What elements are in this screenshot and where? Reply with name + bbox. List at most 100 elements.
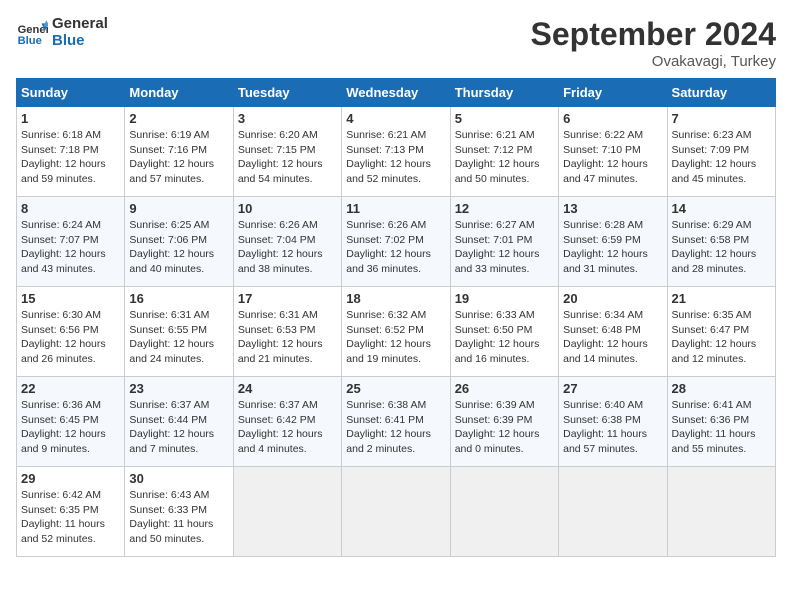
day-info: Sunrise: 6:18 AM Sunset: 7:18 PM Dayligh… bbox=[21, 128, 120, 187]
svg-text:Blue: Blue bbox=[18, 35, 42, 47]
day-info: Sunrise: 6:21 AM Sunset: 7:13 PM Dayligh… bbox=[346, 128, 445, 187]
day-info: Sunrise: 6:27 AM Sunset: 7:01 PM Dayligh… bbox=[455, 218, 554, 277]
calendar-body: 1 Sunrise: 6:18 AM Sunset: 7:18 PM Daylig… bbox=[17, 107, 776, 557]
calendar-cell: 20 Sunrise: 6:34 AM Sunset: 6:48 PM Dayli… bbox=[559, 287, 667, 377]
calendar-cell: 12 Sunrise: 6:27 AM Sunset: 7:01 PM Dayli… bbox=[450, 197, 558, 287]
calendar-cell: 16 Sunrise: 6:31 AM Sunset: 6:55 PM Dayli… bbox=[125, 287, 233, 377]
day-number: 23 bbox=[129, 381, 228, 396]
day-number: 19 bbox=[455, 291, 554, 306]
logo-wordmark: General Blue bbox=[52, 16, 108, 49]
week-row-4: 22Sunrise: 6:36 AM Sunset: 6:45 PM Dayli… bbox=[17, 377, 776, 467]
day-number: 18 bbox=[346, 291, 445, 306]
day-number: 9 bbox=[129, 201, 228, 216]
calendar-cell: 13 Sunrise: 6:28 AM Sunset: 6:59 PM Dayli… bbox=[559, 197, 667, 287]
week-row-5: 29 Sunrise: 6:42 AM Sunset: 6:35 PM Dayli… bbox=[17, 467, 776, 557]
calendar-cell: 18 Sunrise: 6:32 AM Sunset: 6:52 PM Dayli… bbox=[342, 287, 450, 377]
day-info: Sunrise: 6:23 AM Sunset: 7:09 PM Dayligh… bbox=[672, 128, 771, 187]
day-number: 28 bbox=[672, 381, 771, 396]
day-info: Sunrise: 6:25 AM Sunset: 7:06 PM Dayligh… bbox=[129, 218, 228, 277]
day-number: 30 bbox=[129, 471, 228, 486]
day-info: Sunrise: 6:24 AM Sunset: 7:07 PM Dayligh… bbox=[21, 218, 120, 277]
day-number: 1 bbox=[21, 111, 120, 126]
calendar-cell: 6 Sunrise: 6:22 AM Sunset: 7:10 PM Daylig… bbox=[559, 107, 667, 197]
day-info: Sunrise: 6:30 AM Sunset: 6:56 PM Dayligh… bbox=[21, 308, 120, 367]
day-info: Sunrise: 6:31 AM Sunset: 6:53 PM Dayligh… bbox=[238, 308, 337, 367]
day-number: 24 bbox=[238, 381, 337, 396]
calendar-cell: 19 Sunrise: 6:33 AM Sunset: 6:50 PM Dayli… bbox=[450, 287, 558, 377]
day-info: Sunrise: 6:21 AM Sunset: 7:12 PM Dayligh… bbox=[455, 128, 554, 187]
calendar-cell bbox=[233, 467, 341, 557]
day-number: 20 bbox=[563, 291, 662, 306]
day-info: Sunrise: 6:26 AM Sunset: 7:02 PM Dayligh… bbox=[346, 218, 445, 277]
day-info: Sunrise: 6:34 AM Sunset: 6:48 PM Dayligh… bbox=[563, 308, 662, 367]
calendar-cell bbox=[667, 467, 775, 557]
day-number: 25 bbox=[346, 381, 445, 396]
calendar-cell: 15Sunrise: 6:30 AM Sunset: 6:56 PM Dayli… bbox=[17, 287, 125, 377]
calendar-cell bbox=[342, 467, 450, 557]
calendar-cell: 5 Sunrise: 6:21 AM Sunset: 7:12 PM Daylig… bbox=[450, 107, 558, 197]
month-title: September 2024 bbox=[531, 16, 776, 53]
day-info: Sunrise: 6:19 AM Sunset: 7:16 PM Dayligh… bbox=[129, 128, 228, 187]
col-header-wednesday: Wednesday bbox=[342, 79, 450, 107]
day-info: Sunrise: 6:31 AM Sunset: 6:55 PM Dayligh… bbox=[129, 308, 228, 367]
calendar-cell: 26Sunrise: 6:39 AM Sunset: 6:39 PM Dayli… bbox=[450, 377, 558, 467]
col-header-sunday: Sunday bbox=[17, 79, 125, 107]
day-info: Sunrise: 6:39 AM Sunset: 6:39 PM Dayligh… bbox=[455, 398, 554, 457]
day-number: 27 bbox=[563, 381, 662, 396]
calendar-cell: 7Sunrise: 6:23 AM Sunset: 7:09 PM Daylig… bbox=[667, 107, 775, 197]
col-header-saturday: Saturday bbox=[667, 79, 775, 107]
logo: General Blue General Blue bbox=[16, 16, 108, 49]
calendar-cell bbox=[559, 467, 667, 557]
week-row-2: 8Sunrise: 6:24 AM Sunset: 7:07 PM Daylig… bbox=[17, 197, 776, 287]
calendar-cell: 22Sunrise: 6:36 AM Sunset: 6:45 PM Dayli… bbox=[17, 377, 125, 467]
calendar-cell: 17 Sunrise: 6:31 AM Sunset: 6:53 PM Dayli… bbox=[233, 287, 341, 377]
day-info: Sunrise: 6:37 AM Sunset: 6:42 PM Dayligh… bbox=[238, 398, 337, 457]
day-number: 10 bbox=[238, 201, 337, 216]
page-header: General Blue General Blue September 2024… bbox=[16, 16, 776, 70]
calendar-cell: 8Sunrise: 6:24 AM Sunset: 7:07 PM Daylig… bbox=[17, 197, 125, 287]
day-number: 16 bbox=[129, 291, 228, 306]
day-info: Sunrise: 6:26 AM Sunset: 7:04 PM Dayligh… bbox=[238, 218, 337, 277]
day-number: 6 bbox=[563, 111, 662, 126]
calendar-cell: 24 Sunrise: 6:37 AM Sunset: 6:42 PM Dayli… bbox=[233, 377, 341, 467]
col-header-monday: Monday bbox=[125, 79, 233, 107]
logo-text-general: General bbox=[52, 16, 108, 33]
calendar-cell: 10 Sunrise: 6:26 AM Sunset: 7:04 PM Dayli… bbox=[233, 197, 341, 287]
calendar-cell: 3Sunrise: 6:20 AM Sunset: 7:15 PM Daylig… bbox=[233, 107, 341, 197]
day-number: 21 bbox=[672, 291, 771, 306]
col-header-friday: Friday bbox=[559, 79, 667, 107]
day-info: Sunrise: 6:40 AM Sunset: 6:38 PM Dayligh… bbox=[563, 398, 662, 457]
day-info: Sunrise: 6:29 AM Sunset: 6:58 PM Dayligh… bbox=[672, 218, 771, 277]
day-number: 5 bbox=[455, 111, 554, 126]
day-info: Sunrise: 6:33 AM Sunset: 6:50 PM Dayligh… bbox=[455, 308, 554, 367]
calendar-table: SundayMondayTuesdayWednesdayThursdayFrid… bbox=[16, 78, 776, 557]
day-number: 17 bbox=[238, 291, 337, 306]
calendar-cell: 30 Sunrise: 6:43 AM Sunset: 6:33 PM Dayli… bbox=[125, 467, 233, 557]
calendar-cell: 28 Sunrise: 6:41 AM Sunset: 6:36 PM Dayli… bbox=[667, 377, 775, 467]
day-info: Sunrise: 6:32 AM Sunset: 6:52 PM Dayligh… bbox=[346, 308, 445, 367]
calendar-cell: 1 Sunrise: 6:18 AM Sunset: 7:18 PM Daylig… bbox=[17, 107, 125, 197]
day-info: Sunrise: 6:41 AM Sunset: 6:36 PM Dayligh… bbox=[672, 398, 771, 457]
day-number: 4 bbox=[346, 111, 445, 126]
day-info: Sunrise: 6:20 AM Sunset: 7:15 PM Dayligh… bbox=[238, 128, 337, 187]
week-row-3: 15Sunrise: 6:30 AM Sunset: 6:56 PM Dayli… bbox=[17, 287, 776, 377]
day-number: 12 bbox=[455, 201, 554, 216]
day-info: Sunrise: 6:28 AM Sunset: 6:59 PM Dayligh… bbox=[563, 218, 662, 277]
day-number: 13 bbox=[563, 201, 662, 216]
day-info: Sunrise: 6:43 AM Sunset: 6:33 PM Dayligh… bbox=[129, 488, 228, 547]
calendar-cell: 25Sunrise: 6:38 AM Sunset: 6:41 PM Dayli… bbox=[342, 377, 450, 467]
location: Ovakavagi, Turkey bbox=[531, 53, 776, 70]
day-number: 29 bbox=[21, 471, 120, 486]
day-number: 11 bbox=[346, 201, 445, 216]
week-row-1: 1 Sunrise: 6:18 AM Sunset: 7:18 PM Daylig… bbox=[17, 107, 776, 197]
day-info: Sunrise: 6:35 AM Sunset: 6:47 PM Dayligh… bbox=[672, 308, 771, 367]
calendar-cell: 2Sunrise: 6:19 AM Sunset: 7:16 PM Daylig… bbox=[125, 107, 233, 197]
calendar-cell: 14 Sunrise: 6:29 AM Sunset: 6:58 PM Dayli… bbox=[667, 197, 775, 287]
day-info: Sunrise: 6:36 AM Sunset: 6:45 PM Dayligh… bbox=[21, 398, 120, 457]
day-number: 14 bbox=[672, 201, 771, 216]
calendar-cell: 4 Sunrise: 6:21 AM Sunset: 7:13 PM Daylig… bbox=[342, 107, 450, 197]
title-block: September 2024 Ovakavagi, Turkey bbox=[531, 16, 776, 70]
calendar-cell: 9 Sunrise: 6:25 AM Sunset: 7:06 PM Daylig… bbox=[125, 197, 233, 287]
day-info: Sunrise: 6:22 AM Sunset: 7:10 PM Dayligh… bbox=[563, 128, 662, 187]
day-info: Sunrise: 6:42 AM Sunset: 6:35 PM Dayligh… bbox=[21, 488, 120, 547]
